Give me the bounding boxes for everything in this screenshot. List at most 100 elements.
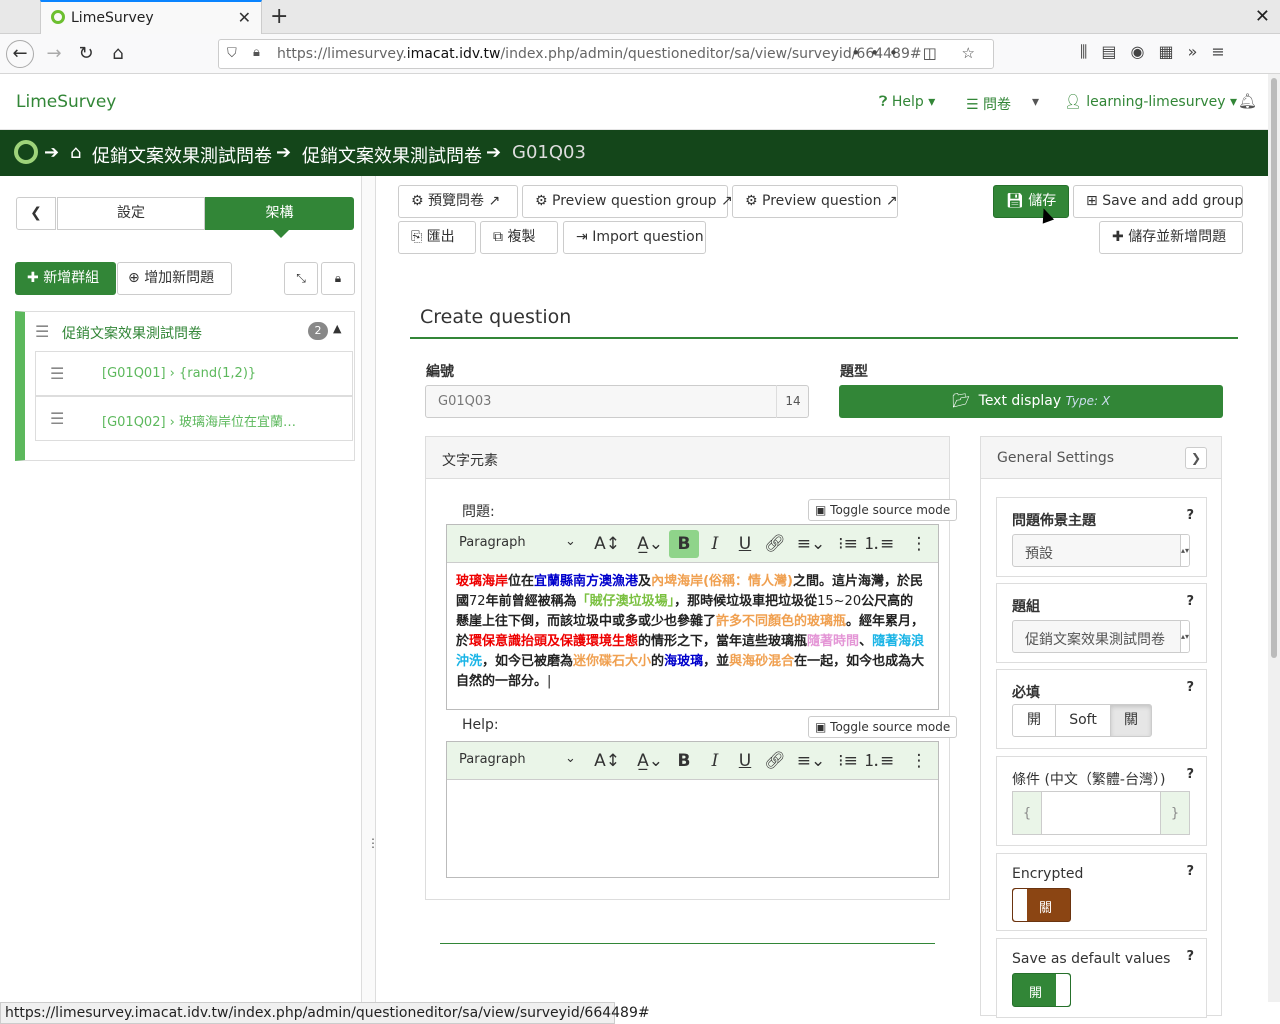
numbered-list-icon[interactable]: ⒈≡ [863,530,894,558]
help-question-icon[interactable]: ? [1186,767,1194,782]
home-icon[interactable]: ⌂ [104,40,132,68]
align-icon[interactable]: ≡⌄ [793,530,829,558]
pocket-icon[interactable]: ◫ [923,44,947,62]
group-name[interactable]: 促銷文案效果測試問卷 [62,323,202,343]
page-actions[interactable]: ••• ◫ ☆ [851,44,985,62]
preview-survey-button[interactable]: ⚙ 預覽問卷 ↗ [398,185,518,218]
surveys-dropdown-caret[interactable]: ▾ [1032,94,1039,110]
question-editor[interactable]: Paragraph ⌄ A↕ A̲⌄ B I U 🔗︎ ≡⌄ ⁝≡ ⒈≡ ⋮ 玻… [446,524,939,710]
code-input[interactable]: G01Q03 [425,385,809,418]
sidebar-resize-handle[interactable]: ⋮ [362,176,379,1002]
tab-structure[interactable]: 架構 [205,197,354,238]
tab-settings[interactable]: 設定 [57,197,205,230]
collapse-sidebar-button[interactable]: ❮ [16,197,56,230]
mandatory-soft-option[interactable]: Soft [1055,704,1111,737]
tree-question-item[interactable]: ☰ [G01Q02] › 玻璃海岸位在宜蘭… [35,396,353,441]
italic-icon[interactable]: I [703,530,727,558]
question-text[interactable]: 玻璃海岸位在宜蘭縣南方澳漁港及內埤海岸(俗稱：情人灣)之間。這片海灣，於民國72… [456,572,926,692]
help-question-icon[interactable]: ? [1186,508,1194,523]
scrollbar-thumb[interactable] [1271,78,1277,658]
tree-group[interactable]: ☰ 促銷文案效果測試問卷 2 ▲ [35,312,353,350]
font-size-icon[interactable]: A↕ [591,530,623,558]
reload-icon[interactable]: ↻ [72,40,100,68]
extensions-icon[interactable]: ▦ [1158,42,1187,61]
paragraph-select[interactable]: Paragraph [459,752,526,767]
address-bar[interactable]: ⛉ 🔒︎ https://limesurvey.imacat.idv.tw/in… [218,39,994,69]
preview-group-button[interactable]: ⚙ Preview question group ↗ [522,185,733,218]
encrypted-toggle[interactable]: 關 [1012,888,1071,922]
menu-icon[interactable]: ≡ [1211,42,1238,61]
toggle-source-button[interactable]: ▣ Toggle source mode [808,499,958,521]
bookmark-star-icon[interactable]: ☆ [962,44,985,62]
select-arrow-icon[interactable]: ▴▾ [1180,621,1189,652]
help-question-icon[interactable]: ? [1186,864,1194,879]
add-question-button[interactable]: ⊕ 增加新問題 [117,262,232,295]
export-button[interactable]: ⎘ 匯出 [398,221,476,254]
group-select[interactable]: 促銷文案效果測試問卷 ▴▾ [1012,620,1190,653]
new-tab-icon[interactable]: + [270,4,288,29]
surveys-menu[interactable]: ☰ 問卷 [966,94,1011,114]
more-options-icon[interactable]: ⋮ [907,747,931,775]
bullet-list-icon[interactable]: ⁝≡ [833,747,863,775]
copy-button[interactable]: ⧉ 複製 [480,221,558,254]
browser-tab[interactable]: LimeSurvey ✕ [40,0,262,34]
expand-arrow-icon[interactable]: ❯ [1185,447,1207,469]
caret-up-icon[interactable]: ▲ [333,322,341,335]
underline-icon[interactable]: U [733,747,757,775]
bold-icon[interactable]: B [669,747,699,775]
tree-question-item[interactable]: ☰ [G01Q01] › {rand(1,2)} [35,351,353,396]
theme-select[interactable]: 預設 ▴▾ [1012,534,1190,567]
link-icon[interactable]: 🔗︎ [763,747,787,775]
save-add-group-button[interactable]: ⊞ Save and add group [1073,185,1243,218]
help-question-icon[interactable]: ? [1186,949,1194,964]
brand-logo[interactable]: LimeSurvey [16,92,116,112]
preview-question-button[interactable]: ⚙ Preview question ↗ [732,185,898,218]
condition-textarea[interactable] [1041,791,1161,835]
text-color-icon[interactable]: A̲⌄ [635,747,665,775]
account-icon[interactable]: ◉ [1131,42,1159,61]
help-question-icon[interactable]: ? [1186,680,1194,695]
mandatory-off-option[interactable]: 關 [1110,704,1152,737]
italic-icon[interactable]: I [703,747,727,775]
bullet-list-icon[interactable]: ⁝≡ [833,530,863,558]
default-values-toggle[interactable]: 開 [1012,973,1071,1007]
user-menu[interactable]: 👤︎ learning-limesurvey ▾ [1064,94,1237,110]
help-menu[interactable]: ❓︎ Help ▾ [879,94,935,110]
bold-icon[interactable]: B [669,530,699,558]
text-color-icon[interactable]: A̲⌄ [635,530,665,558]
chevron-down-icon[interactable]: ⌄ [565,534,576,549]
lock-button[interactable]: 🔒︎ [321,262,355,295]
align-icon[interactable]: ≡⌄ [793,747,829,775]
shield-icon[interactable]: ⛉ [227,46,237,61]
link-icon[interactable]: 🔗︎ [763,530,787,558]
help-question-icon[interactable]: ? [1186,594,1194,609]
toggle-source-button[interactable]: ▣ Toggle source mode [808,716,958,738]
window-close-icon[interactable]: ✕ [1255,6,1270,27]
select-arrow-icon[interactable]: ▴▾ [1180,535,1189,566]
back-icon[interactable]: ← [6,40,34,68]
collapse-all-button[interactable]: ⤡ [284,262,318,295]
close-tab-icon[interactable]: ✕ [238,8,251,27]
help-editor[interactable]: Paragraph ⌄ A↕ A̲⌄ B I U 🔗︎ ≡⌄ ⁝≡ ⒈≡ ⋮ [446,741,939,878]
drag-handle-icon[interactable]: ☰ [50,409,64,428]
drag-handle-icon[interactable]: ☰ [35,322,49,341]
question-link[interactable]: [G01Q02] › 玻璃海岸位在宜蘭… [102,411,296,430]
breadcrumb-survey[interactable]: 促銷文案效果測試問卷 [92,142,272,168]
lock-icon[interactable]: 🔒︎ [253,45,260,60]
paragraph-select[interactable]: Paragraph [459,535,526,550]
library-icon[interactable]: ⫼ [1080,42,1101,61]
page-scrollbar[interactable] [1268,74,1280,1002]
save-add-question-button[interactable]: ✚ 儲存並新增問題 [1099,221,1243,254]
url-text[interactable]: https://limesurvey.imacat.idv.tw/index.p… [277,46,922,62]
font-size-icon[interactable]: A↕ [591,747,623,775]
mandatory-on-option[interactable]: 開 [1012,704,1056,737]
question-link[interactable]: [G01Q01] › {rand(1,2)} [102,366,256,381]
add-group-button[interactable]: ✚ 新增群組 [15,262,116,295]
grip-icon[interactable]: ⋮ [367,836,379,850]
notification-bell-icon[interactable]: 🔔︎ [1238,92,1257,110]
more-icon[interactable]: ••• [851,44,908,62]
import-question-button[interactable]: ⇥ Import question [563,221,706,254]
breadcrumb-group[interactable]: 促銷文案效果測試問卷 [302,142,482,168]
numbered-list-icon[interactable]: ⒈≡ [863,747,894,775]
question-type-button[interactable]: 📂︎ Text display Type: X [839,385,1223,418]
